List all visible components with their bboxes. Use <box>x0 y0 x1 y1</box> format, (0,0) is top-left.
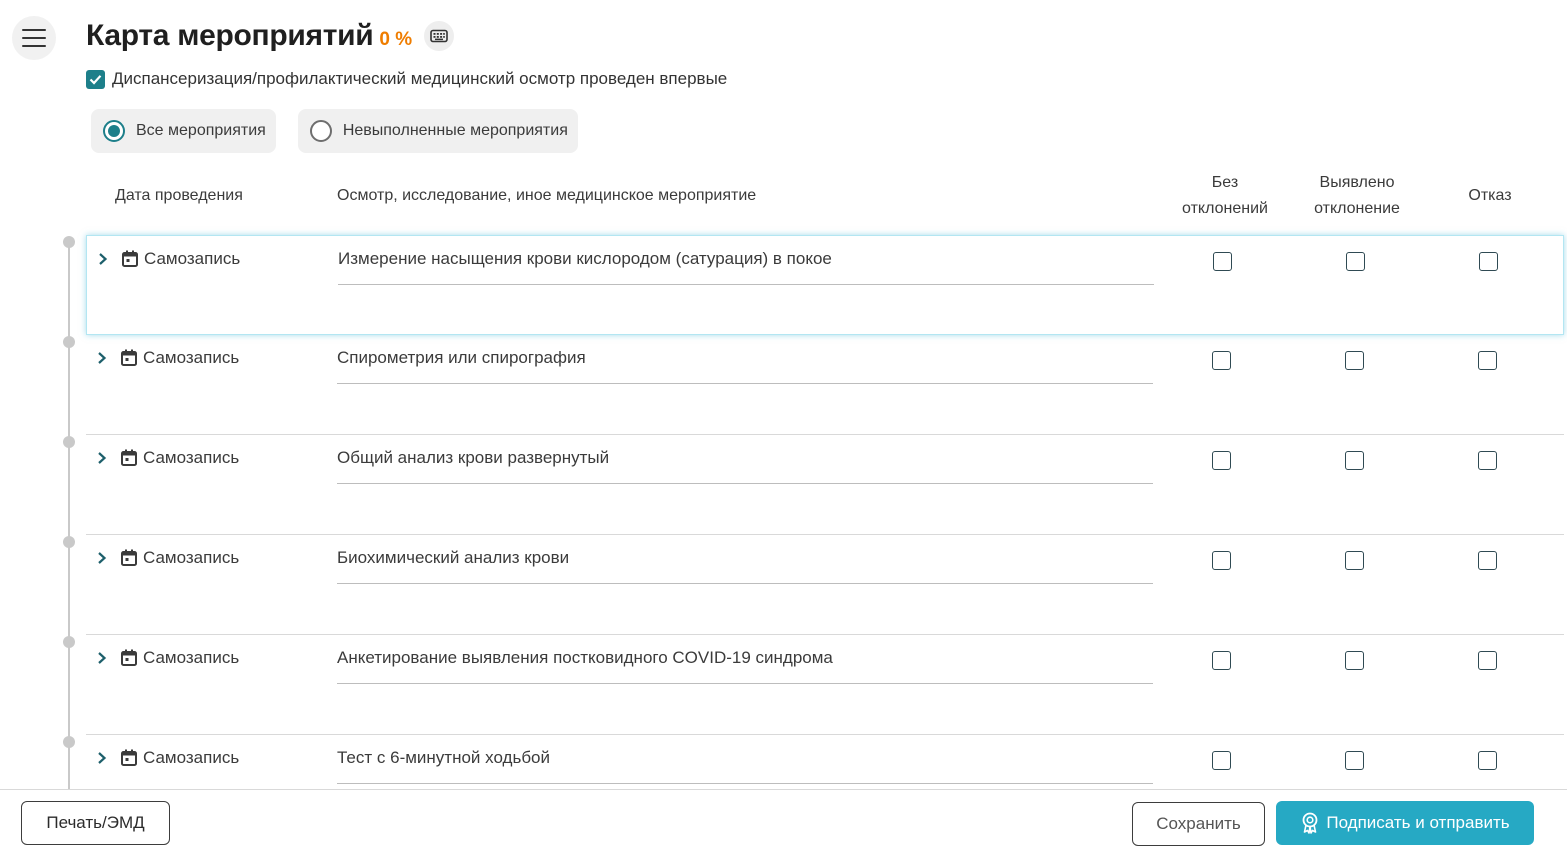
first-time-checkbox-label: Диспансеризация/профилактический медицин… <box>112 69 728 88</box>
deviation-checkbox[interactable] <box>1345 551 1364 570</box>
deviation-checkbox[interactable] <box>1345 351 1364 370</box>
column-header-date: Дата проведения <box>115 187 243 204</box>
filter-all-label: Все мероприятия <box>136 122 266 139</box>
row-date: Самозапись <box>144 249 241 268</box>
column-header-no-deviation: Без отклонений <box>1182 174 1268 217</box>
row-event-underline <box>338 284 1154 285</box>
row-event-underline <box>337 583 1153 584</box>
filter-unfinished-events[interactable]: Невыполненные мероприятия <box>297 109 578 153</box>
radio-unselected-icon[interactable] <box>309 120 332 142</box>
row-date: Самозапись <box>143 348 240 367</box>
row-event: Анкетирование выявления постковидного CO… <box>337 648 833 667</box>
row-date: Самозапись <box>143 748 240 767</box>
first-time-checkbox[interactable] <box>86 69 105 89</box>
calendar-icon[interactable] <box>122 250 138 267</box>
refusal-checkbox[interactable] <box>1478 351 1497 370</box>
refusal-checkbox[interactable] <box>1478 751 1497 770</box>
refusal-checkbox[interactable] <box>1478 651 1497 670</box>
timeline-dot <box>63 536 75 548</box>
row-date: Самозапись <box>143 448 240 467</box>
table-row[interactable]: Самозапись Спирометрия или спирография <box>86 335 1564 435</box>
row-date: Самозапись <box>143 548 240 567</box>
refusal-checkbox[interactable] <box>1479 252 1498 271</box>
no-deviation-checkbox[interactable] <box>1212 451 1231 470</box>
first-time-checkbox-row[interactable]: Диспансеризация/профилактический медицин… <box>86 69 727 89</box>
row-event: Измерение насыщения крови кислородом (са… <box>338 249 832 268</box>
table-row[interactable]: Самозапись Измерение насыщения крови кис… <box>86 235 1564 335</box>
deviation-checkbox[interactable] <box>1345 751 1364 770</box>
no-deviation-checkbox[interactable] <box>1212 351 1231 370</box>
page-title: Карта мероприятий <box>86 19 374 52</box>
no-deviation-checkbox[interactable] <box>1213 252 1232 271</box>
calendar-icon[interactable] <box>121 449 137 466</box>
chevron-right-icon[interactable] <box>96 751 108 765</box>
row-event: Биохимический анализ крови <box>337 548 570 567</box>
timeline-line <box>68 242 70 802</box>
table-row[interactable]: Самозапись Общий анализ крови развернуты… <box>86 435 1564 535</box>
page-header: Карта мероприятий 0 % <box>86 16 455 56</box>
timeline-dot <box>63 336 75 348</box>
row-event-underline <box>337 383 1153 384</box>
calendar-icon[interactable] <box>121 349 137 366</box>
no-deviation-checkbox[interactable] <box>1212 651 1231 670</box>
row-event: Общий анализ крови развернутый <box>337 448 610 467</box>
deviation-checkbox[interactable] <box>1346 252 1365 271</box>
footer-bar: Печать/ЭМД Сохранить Подписать и отправи… <box>0 789 1567 855</box>
keyboard-icon[interactable] <box>424 21 455 51</box>
refusal-checkbox[interactable] <box>1478 451 1497 470</box>
table-row[interactable]: Самозапись Анкетирование выявления постк… <box>86 635 1564 735</box>
filter-radio-group: Все мероприятия Невыполненные мероприяти… <box>91 109 578 153</box>
deviation-checkbox[interactable] <box>1345 451 1364 470</box>
chevron-right-icon[interactable] <box>96 351 108 365</box>
timeline-dot <box>63 236 75 248</box>
row-event-underline <box>337 783 1153 784</box>
filter-all-events[interactable]: Все мероприятия <box>91 109 276 153</box>
row-date: Самозапись <box>143 648 240 667</box>
save-button[interactable]: Сохранить <box>1132 802 1265 846</box>
timeline-dot <box>63 436 75 448</box>
row-event: Тест с 6-минутной ходьбой <box>337 748 551 767</box>
chevron-right-icon[interactable] <box>97 252 109 266</box>
chevron-right-icon[interactable] <box>96 651 108 665</box>
chevron-right-icon[interactable] <box>96 551 108 565</box>
menu-icon[interactable] <box>12 16 56 60</box>
deviation-checkbox[interactable] <box>1345 651 1364 670</box>
column-header-event: Осмотр, исследование, иное медицинское м… <box>337 187 757 204</box>
filter-unfinished-label: Невыполненные мероприятия <box>342 122 568 139</box>
column-header-deviation: Выявлено отклонение <box>1314 174 1400 217</box>
chevron-right-icon[interactable] <box>96 451 108 465</box>
calendar-icon[interactable] <box>121 549 137 566</box>
progress-percent: 0 % <box>379 29 413 50</box>
print-emd-button[interactable]: Печать/ЭМД <box>21 801 170 845</box>
no-deviation-checkbox[interactable] <box>1212 551 1231 570</box>
no-deviation-checkbox[interactable] <box>1212 751 1231 770</box>
timeline-dot <box>63 636 75 648</box>
calendar-icon[interactable] <box>121 749 137 766</box>
calendar-icon[interactable] <box>121 649 137 666</box>
row-event: Спирометрия или спирография <box>337 348 586 367</box>
row-event-underline <box>337 483 1153 484</box>
sign-and-send-button[interactable]: Подписать и отправить <box>1276 801 1534 845</box>
certificate-icon <box>1302 812 1318 834</box>
column-header-refusal: Отказ <box>1468 187 1512 204</box>
refusal-checkbox[interactable] <box>1478 551 1497 570</box>
sign-and-send-label: Подписать и отправить <box>1326 813 1510 832</box>
radio-selected-icon[interactable] <box>103 120 125 142</box>
row-event-underline <box>337 683 1153 684</box>
timeline-dot <box>63 736 75 748</box>
table-row[interactable]: Самозапись Биохимический анализ крови <box>86 535 1564 635</box>
